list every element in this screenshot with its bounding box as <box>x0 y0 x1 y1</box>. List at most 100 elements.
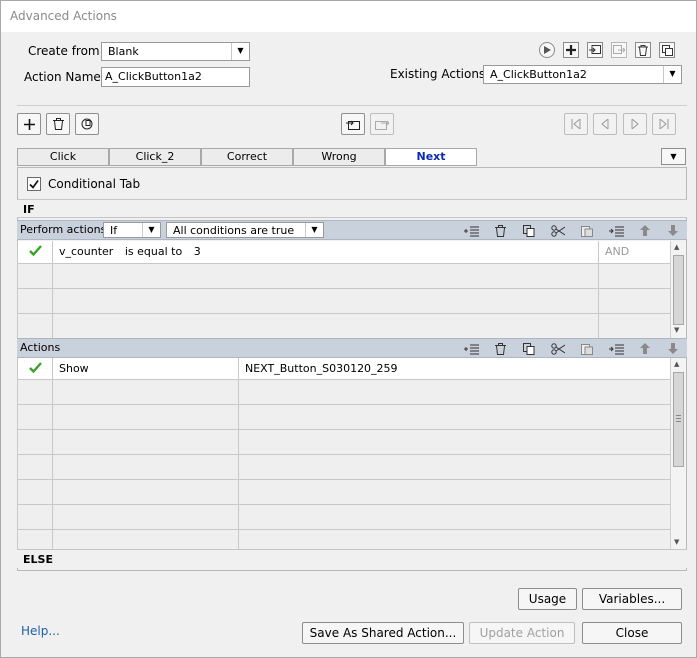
condition-expression[interactable]: v_counter is equal to 3 <box>53 241 599 263</box>
delete-action-row-button[interactable] <box>492 341 508 356</box>
tab-correct[interactable]: Correct <box>201 148 293 166</box>
plus-icon <box>566 45 576 55</box>
duplicate-decision-button[interactable] <box>75 113 99 135</box>
table-row[interactable] <box>18 405 671 430</box>
scissors-icon <box>551 224 565 237</box>
table-row[interactable] <box>18 530 671 549</box>
actions-scrollbar[interactable]: ▲ ▼ <box>670 358 686 549</box>
table-row[interactable] <box>18 289 671 314</box>
export-button[interactable] <box>611 42 627 58</box>
cut-action-button[interactable] <box>550 341 566 356</box>
table-row[interactable] <box>18 380 671 405</box>
close-button[interactable]: Close <box>582 622 682 644</box>
perform-actions-value: If <box>110 224 118 237</box>
row-status <box>18 505 53 529</box>
table-row[interactable]: Show NEXT_Button_S030120_259 <box>18 358 671 380</box>
add-decision-button[interactable] <box>17 113 41 135</box>
create-from-select[interactable]: Blank ▼ <box>101 42 250 61</box>
table-row[interactable] <box>18 505 671 530</box>
delete-condition-button[interactable] <box>492 223 508 238</box>
scissors-icon <box>551 342 565 355</box>
import-button[interactable] <box>587 42 603 58</box>
grip-icon <box>676 415 681 416</box>
copy-action-button[interactable] <box>521 341 537 356</box>
action-type <box>53 505 239 529</box>
existing-actions-select[interactable]: A_ClickButton1a2 ▼ <box>483 65 682 84</box>
scroll-thumb[interactable] <box>673 372 684 467</box>
table-row[interactable]: v_counter is equal to 3 AND <box>18 241 671 264</box>
last-decision-button[interactable] <box>652 113 676 135</box>
cut-condition-button[interactable] <box>550 223 566 238</box>
table-row[interactable] <box>18 480 671 505</box>
move-action-up-button[interactable] <box>637 341 653 356</box>
copy-condition-button[interactable] <box>521 223 537 238</box>
action-target[interactable]: NEXT_Button_S030120_259 <box>239 358 671 379</box>
existing-actions-value: A_ClickButton1a2 <box>490 68 587 81</box>
scroll-up-icon[interactable]: ▲ <box>674 360 679 368</box>
export-icon <box>613 45 625 54</box>
action-type[interactable]: Show <box>53 358 239 379</box>
condition-expression <box>53 289 599 313</box>
action-type <box>53 405 239 429</box>
row-status <box>18 480 53 504</box>
save-shared-action-button[interactable]: Save As Shared Action... <box>302 622 464 644</box>
action-target <box>239 530 671 549</box>
insert-below-action-button[interactable] <box>608 341 624 356</box>
perform-actions-select[interactable]: If ▼ <box>103 222 161 238</box>
table-row[interactable] <box>18 264 671 289</box>
paste-action-button[interactable] <box>579 341 595 356</box>
action-target <box>239 480 671 504</box>
delete-decision-button[interactable] <box>46 113 70 135</box>
tab-next[interactable]: Next <box>385 148 477 166</box>
help-link[interactable]: Help... <box>21 624 60 638</box>
conditional-checkbox[interactable] <box>27 177 41 191</box>
scroll-thumb[interactable] <box>673 255 684 325</box>
import-decision-button[interactable] <box>341 113 365 135</box>
table-row[interactable] <box>18 430 671 455</box>
insert-row-icon <box>463 226 479 236</box>
tab-click-2[interactable]: Click_2 <box>109 148 201 166</box>
add-action-button[interactable] <box>563 42 579 58</box>
arrow-down-icon <box>668 225 678 236</box>
prev-decision-button[interactable] <box>593 113 617 135</box>
else-section-header[interactable]: ELSE <box>17 549 687 568</box>
import-icon <box>589 45 601 54</box>
move-condition-down-button[interactable] <box>665 223 681 238</box>
table-row[interactable] <box>18 314 671 338</box>
export-decision-button[interactable] <box>370 113 394 135</box>
insert-action-button[interactable] <box>463 341 479 356</box>
insert-below-condition-button[interactable] <box>608 223 624 238</box>
delete-action-button[interactable] <box>635 42 651 58</box>
tab-click[interactable]: Click <box>17 148 109 166</box>
condition-join[interactable]: AND <box>599 241 671 263</box>
move-condition-up-button[interactable] <box>637 223 653 238</box>
play-icon <box>544 46 551 54</box>
table-row[interactable] <box>18 455 671 480</box>
paste-condition-button[interactable] <box>579 223 595 238</box>
action-name-input[interactable]: A_ClickButton1a2 <box>101 67 250 87</box>
first-decision-button[interactable] <box>564 113 588 135</box>
insert-condition-button[interactable] <box>463 223 479 238</box>
next-decision-button[interactable] <box>623 113 647 135</box>
action-type <box>53 480 239 504</box>
arrow-down-icon <box>668 343 678 354</box>
next-icon <box>631 119 639 129</box>
preview-button[interactable] <box>539 42 555 58</box>
move-action-down-button[interactable] <box>665 341 681 356</box>
update-action-button[interactable]: Update Action <box>469 622 575 644</box>
scroll-down-icon[interactable]: ▼ <box>674 326 679 334</box>
export-icon <box>375 120 389 130</box>
tab-wrong[interactable]: Wrong <box>293 148 385 166</box>
action-type <box>53 380 239 404</box>
variables-button[interactable]: Variables... <box>582 588 682 610</box>
conditions-scrollbar[interactable]: ▲ ▼ <box>670 241 686 338</box>
insert-row-icon <box>463 344 479 354</box>
usage-button[interactable]: Usage <box>518 588 577 610</box>
scroll-down-icon[interactable]: ▼ <box>674 538 679 546</box>
tabs-dropdown-button[interactable]: ▼ <box>661 148 686 165</box>
row-status <box>18 380 53 404</box>
conditions-select[interactable]: All conditions are true ▼ <box>166 222 324 238</box>
condition-expression <box>53 314 599 338</box>
duplicate-action-button[interactable] <box>659 42 675 58</box>
scroll-up-icon[interactable]: ▲ <box>674 243 679 251</box>
